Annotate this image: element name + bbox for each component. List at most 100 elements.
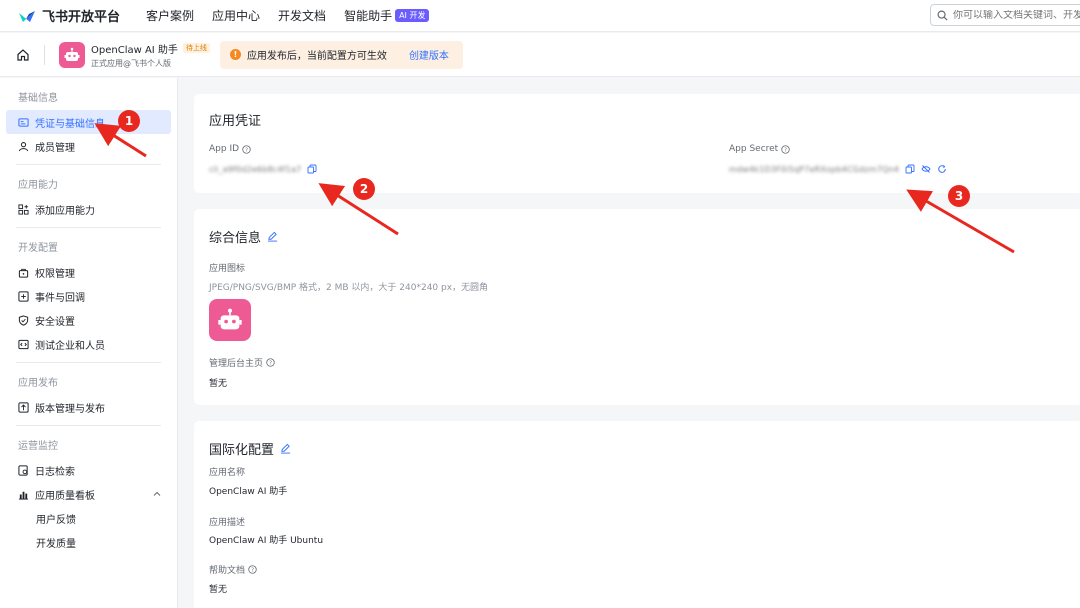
sidebar-item-permissions[interactable]: 权限管理 (6, 260, 171, 284)
edit-icon[interactable] (280, 443, 291, 454)
divider (16, 164, 161, 165)
sidebar-item-label: 事件与回调 (35, 292, 85, 304)
code-icon (18, 339, 29, 349)
home-icon[interactable] (16, 48, 30, 62)
card-title: 综合信息 (209, 231, 262, 246)
notice-text: 应用发布后，当前配置方可生效 (246, 51, 387, 62)
info-card-icon (18, 117, 29, 127)
divider (16, 362, 161, 363)
sidebar-item-label: 测试企业和人员 (35, 340, 105, 352)
refresh-icon[interactable] (937, 164, 947, 174)
sidebar-item-logs[interactable]: 日志检索 (6, 458, 171, 482)
app-subtitle: 正式应用@飞书个人版 (91, 58, 171, 68)
nav-assistant[interactable]: 智能助手 AI 开发 (344, 7, 430, 24)
card-title: 应用凭证 (209, 114, 262, 129)
app-secret-value: mdw4k1D3F0i5qP7eRXopb4CGdzm7Qn4 (729, 164, 900, 174)
copy-icon[interactable] (905, 164, 915, 174)
status-badge: 待上线 (182, 43, 210, 53)
sidebar-group-title: 应用发布 (18, 378, 58, 389)
sidebar-item-test-tenants[interactable]: 测试企业和人员 (6, 332, 171, 356)
help-icon[interactable]: ? (781, 144, 790, 154)
app-meta: OpenClaw AI 助手 待上线 正式应用@飞书个人版 (91, 41, 210, 69)
logo[interactable]: 飞书开放平台 (18, 6, 120, 25)
app-id-label: App ID ? (209, 144, 251, 154)
card-title: 国际化配置 (209, 443, 275, 458)
sidebar-group-title: 运营监控 (18, 441, 58, 452)
app-desc-value: OpenClaw AI 助手 Ubuntu (209, 536, 324, 546)
sidebar: 基础信息 凭证与基础信息 成员管理 应用能力 添加应用能力 开发配置 权限管理 … (0, 78, 178, 608)
sidebar-item-label: 开发质量 (36, 538, 76, 550)
divider (16, 425, 161, 426)
sidebar-item-add-capability[interactable]: 添加应用能力 (6, 197, 171, 221)
app-avatar (59, 41, 85, 68)
nav-cases[interactable]: 客户案例 (146, 7, 194, 24)
app-secret-label: App Secret ? (729, 144, 790, 154)
bar-chart-icon (18, 491, 29, 500)
feishu-logo-icon (18, 9, 36, 23)
sidebar-item-credentials[interactable]: 凭证与基础信息 (6, 110, 171, 134)
nav-app-center[interactable]: 应用中心 (212, 7, 260, 24)
admin-home-label: 管理后台主页 ? (209, 356, 275, 369)
warning-icon: ! (229, 49, 241, 60)
card-title-row: 国际化配置 (209, 439, 291, 458)
sidebar-item-label: 成员管理 (35, 142, 75, 154)
sidebar-item-security[interactable]: 安全设置 (6, 308, 171, 332)
publish-notice: ! 应用发布后，当前配置方可生效 创建版本 (219, 40, 463, 69)
sidebar-item-dev-quality[interactable]: 开发质量 (6, 530, 171, 554)
shield-icon (18, 314, 29, 326)
app-name-value: OpenClaw AI 助手 (209, 487, 288, 497)
help-icon[interactable]: ? (266, 358, 275, 367)
lock-icon (18, 268, 29, 278)
sidebar-item-user-feedback[interactable]: 用户反馈 (6, 506, 171, 530)
sidebar-item-versions[interactable]: 版本管理与发布 (6, 395, 171, 419)
field-label-text: 帮助文档 (209, 566, 246, 576)
sidebar-item-quality-dashboard[interactable]: 应用质量看板 (6, 482, 171, 506)
search-icon (937, 10, 948, 21)
sidebar-item-members[interactable]: 成员管理 (6, 134, 171, 158)
annotation-marker-3: 3 (948, 185, 970, 207)
nav-docs[interactable]: 开发文档 (278, 7, 326, 24)
annotation-marker-1: 1 (118, 110, 140, 132)
upload-icon (18, 401, 29, 413)
sidebar-item-events[interactable]: 事件与回调 (6, 284, 171, 308)
admin-home-value: 暂无 (209, 379, 228, 389)
app-desc-label: 应用描述 (209, 518, 246, 528)
svg-text:?: ? (784, 147, 787, 153)
event-icon (18, 290, 29, 302)
app-secret-row: mdw4k1D3F0i5qP7eRXopb4CGdzm7Qn4 (729, 164, 947, 174)
sidebar-item-label: 应用质量看板 (35, 490, 95, 502)
sidebar-item-label: 凭证与基础信息 (35, 118, 105, 130)
app-icon-hint: JPEG/PNG/SVG/BMP 格式，2 MB 以内，大于 240*240 p… (209, 283, 489, 293)
sidebar-item-label: 版本管理与发布 (35, 403, 105, 415)
app-header: OpenClaw AI 助手 待上线 正式应用@飞书个人版 ! 应用发布后，当前… (0, 33, 1080, 77)
sidebar-item-label: 日志检索 (35, 466, 75, 478)
help-icon[interactable]: ? (242, 144, 251, 154)
chevron-up-icon[interactable] (153, 490, 161, 498)
app-id-row: cli_a9f0d2e6b8c4f1a7 (209, 164, 317, 174)
sidebar-item-label: 安全设置 (35, 316, 75, 328)
grid-add-icon (18, 203, 29, 215)
robot-icon (64, 47, 80, 61)
app-icon-preview[interactable] (209, 299, 251, 341)
logo-text: 飞书开放平台 (42, 10, 121, 25)
divider (44, 44, 45, 65)
sidebar-item-label: 添加应用能力 (35, 205, 95, 217)
nav-assistant-label: 智能助手 (344, 9, 393, 23)
eye-off-icon[interactable] (921, 164, 931, 174)
copy-icon[interactable] (307, 164, 317, 174)
svg-text:?: ? (269, 361, 272, 367)
sidebar-group-title: 开发配置 (18, 243, 58, 254)
edit-icon[interactable] (267, 231, 278, 242)
sidebar-item-label: 权限管理 (35, 268, 75, 280)
annotation-marker-2: 2 (353, 178, 375, 200)
help-icon[interactable]: ? (248, 565, 257, 574)
svg-text:?: ? (245, 147, 248, 153)
field-label-text: App ID (209, 144, 240, 154)
search-input[interactable] (953, 9, 1080, 21)
svg-text:?: ? (251, 568, 254, 574)
create-version-link[interactable]: 创建版本 (409, 47, 449, 62)
log-search-icon (18, 464, 28, 476)
app-name: OpenClaw AI 助手 (91, 44, 178, 56)
general-info-card: 综合信息 应用图标 JPEG/PNG/SVG/BMP 格式，2 MB 以内，大于… (194, 209, 1080, 405)
search-box[interactable] (930, 4, 1080, 26)
